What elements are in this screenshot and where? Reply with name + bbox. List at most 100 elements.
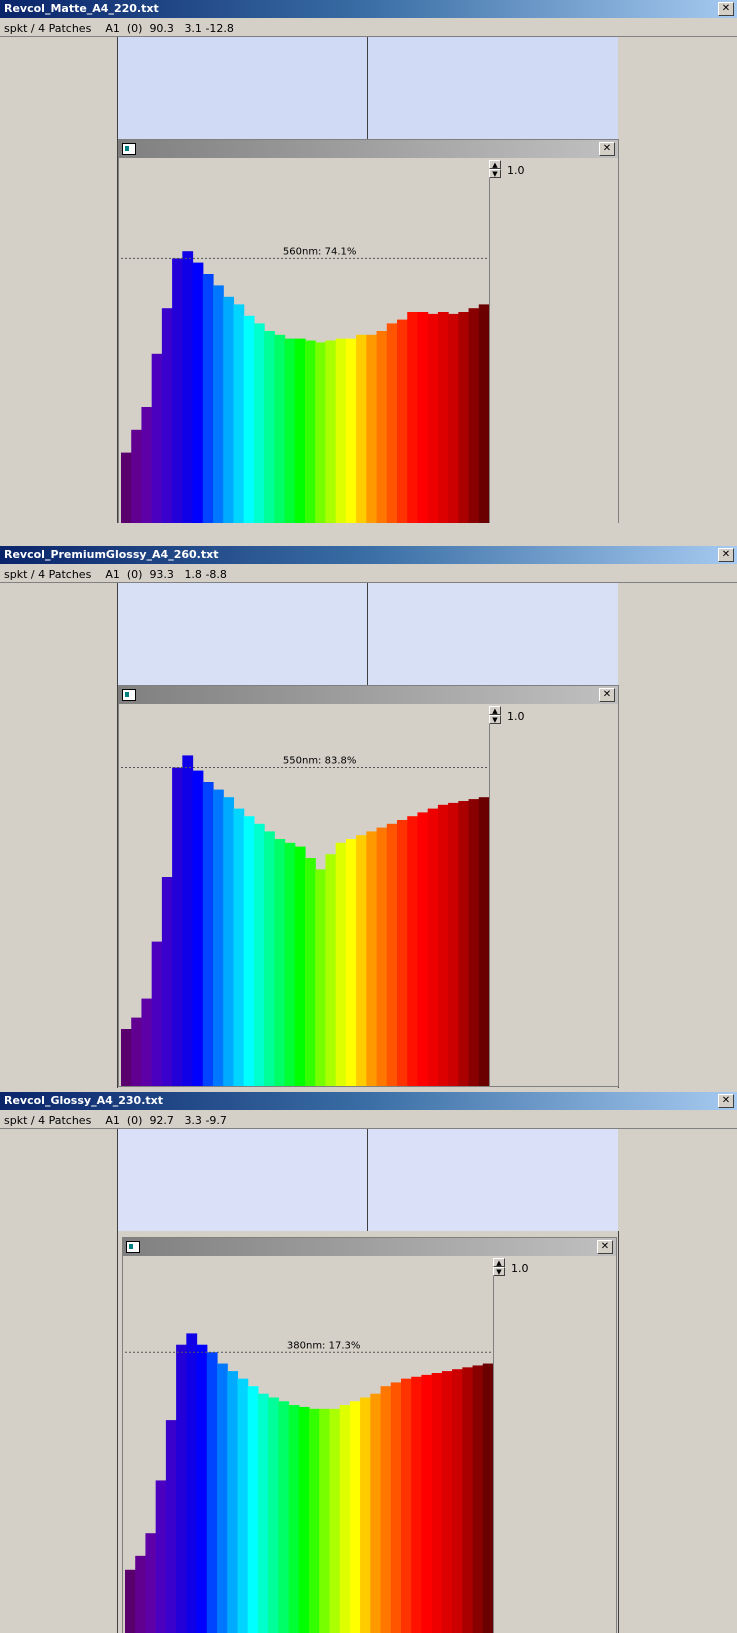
spectrum-bar-630	[380, 1386, 392, 1633]
scale-up-button[interactable]: ▲	[493, 1258, 505, 1267]
scale-value: 1.0	[507, 710, 525, 723]
spectrum-bar-490	[233, 808, 245, 1086]
spectrum-bar-450	[196, 1344, 208, 1633]
spectrum-bar-710	[458, 312, 470, 523]
spectrum-bar-640	[386, 323, 398, 523]
spectrum-bar-390	[135, 1555, 147, 1633]
spectrum-bar-440	[182, 251, 194, 523]
spectrum-bar-500	[247, 1386, 259, 1633]
spectrum-bar-530	[274, 839, 286, 1086]
spectrum-bar-510	[253, 323, 265, 523]
spectrum-bar-570	[315, 869, 327, 1086]
spectrum-bar-600	[349, 1401, 361, 1633]
spectrum-bar-730	[478, 304, 489, 523]
close-spectrum-button[interactable]: ✕	[599, 142, 615, 156]
spectrum-bar-470	[217, 1363, 228, 1633]
close-window-button[interactable]: ✕	[718, 1094, 734, 1108]
spectrum-bar-380	[125, 1569, 136, 1633]
spectrum-bar-700	[448, 313, 459, 523]
spectrum-chart: 380nm: 17.3%	[125, 1333, 493, 1633]
spectrum-bar-410	[151, 941, 163, 1086]
source-label: spkt / 4 Patches	[4, 22, 92, 35]
spectrum-bar-580	[329, 1408, 341, 1633]
spectrum-bar-600	[345, 338, 357, 523]
close-window-button[interactable]: ✕	[718, 2, 734, 16]
scale-down-button[interactable]: ▼	[493, 1267, 505, 1276]
spectrum-bar-690	[437, 804, 449, 1086]
spectrum-bar-480	[223, 296, 235, 523]
color-patch-left[interactable]	[118, 583, 367, 685]
spectrum-bar-650	[401, 1378, 412, 1633]
spectrum-bar-540	[284, 338, 296, 523]
spectrum-bar-630	[376, 331, 388, 523]
scale-value: 1.0	[511, 1262, 529, 1275]
color-patch-left[interactable]	[118, 1129, 367, 1231]
spectrum-bar-560	[305, 858, 316, 1086]
spectrum-bar-420	[165, 1420, 177, 1633]
lab-b-value: -12.8	[205, 22, 234, 35]
document-window: Revcol_Matte_A4_220.txt ✕ spkt / 4 Patch…	[0, 0, 737, 523]
spectrum-bar-620	[366, 831, 378, 1086]
scale-up-button[interactable]: ▲	[489, 160, 501, 169]
spectrum-window: ✕ 560nm: 74.1% ▲ ▼ 1.0	[118, 139, 619, 523]
color-patch-right[interactable]	[368, 37, 618, 139]
spectrum-bar-480	[223, 797, 235, 1086]
spectrum-bar-440	[186, 1333, 198, 1633]
window-title: Revcol_Matte_A4_220.txt	[4, 2, 159, 15]
spectrum-bar-620	[366, 334, 378, 523]
lab-a-value: 3.3	[184, 1114, 202, 1127]
window-title: Revcol_Glossy_A4_230.txt	[4, 1094, 163, 1107]
window-titlebar[interactable]: Revcol_Glossy_A4_230.txt ✕	[0, 1092, 737, 1110]
scale-spinner[interactable]: ▲ ▼	[493, 1258, 505, 1276]
window-title: Revcol_PremiumGlossy_A4_260.txt	[4, 548, 219, 561]
lab-b-value: -8.8	[205, 568, 227, 581]
spectrum-bar-540	[288, 1405, 300, 1633]
spectrum-bar-690	[441, 1371, 453, 1633]
spectrum-bar-520	[268, 1397, 279, 1633]
patch-index: (0)	[126, 568, 143, 581]
scale-up-button[interactable]: ▲	[489, 706, 501, 715]
scale-spinner[interactable]: ▲ ▼	[489, 706, 501, 724]
spectrum-titlebar[interactable]: ✕	[119, 686, 618, 704]
spectrum-titlebar[interactable]: ✕	[119, 140, 618, 158]
spectrum-bar-400	[141, 998, 153, 1086]
spectrum-bar-670	[421, 1374, 433, 1633]
source-label: spkt / 4 Patches	[4, 1114, 92, 1127]
lab-l-value: 92.7	[149, 1114, 174, 1127]
spectrum-bar-610	[356, 334, 367, 523]
measurement-info: spkt / 4 Patches A1 (0) 92.7 3.3 -9.7	[4, 1114, 227, 1127]
color-patch-left[interactable]	[118, 37, 367, 139]
spectrum-bar-490	[233, 304, 245, 523]
spectrum-bar-420	[161, 308, 173, 523]
close-window-button[interactable]: ✕	[718, 548, 734, 562]
spectrum-bar-630	[376, 827, 388, 1086]
spectrum-bar-440	[182, 755, 194, 1086]
window-titlebar[interactable]: Revcol_PremiumGlossy_A4_260.txt ✕	[0, 546, 737, 564]
spectrum-bar-660	[407, 312, 419, 523]
spectrum-bar-380	[121, 452, 132, 523]
scale-down-button[interactable]: ▼	[489, 715, 501, 724]
scale-down-button[interactable]: ▼	[489, 169, 501, 178]
spectrum-bar-430	[172, 258, 183, 523]
close-spectrum-button[interactable]: ✕	[597, 1240, 613, 1254]
patch-id: A1	[105, 22, 120, 35]
window-icon	[122, 689, 136, 701]
spectrum-bar-480	[227, 1371, 239, 1633]
spectrum-chart: 550nm: 83.8%	[121, 755, 489, 1086]
color-patch-right[interactable]	[368, 1129, 618, 1231]
document-window: Revcol_Glossy_A4_230.txt ✕ spkt / 4 Patc…	[0, 1092, 737, 1633]
spectrum-bar-460	[202, 782, 214, 1086]
spectrum-bar-570	[315, 342, 327, 523]
spectrum-bar-590	[339, 1405, 351, 1633]
marker-label: 550nm: 83.8%	[283, 756, 356, 767]
spectrum-titlebar[interactable]: ✕	[123, 1238, 616, 1256]
scale-spinner[interactable]: ▲ ▼	[489, 160, 501, 178]
patch-id: A1	[105, 1114, 120, 1127]
close-spectrum-button[interactable]: ✕	[599, 688, 615, 702]
spectrum-bar-510	[253, 823, 265, 1086]
spectrum-bar-670	[417, 812, 429, 1086]
spectrum-bar-580	[325, 340, 337, 523]
window-titlebar[interactable]: Revcol_Matte_A4_220.txt ✕	[0, 0, 737, 18]
color-patch-right[interactable]	[368, 583, 618, 685]
spectrum-window: ✕ 380nm: 17.3% ▲ ▼ 1.0	[122, 1237, 617, 1633]
